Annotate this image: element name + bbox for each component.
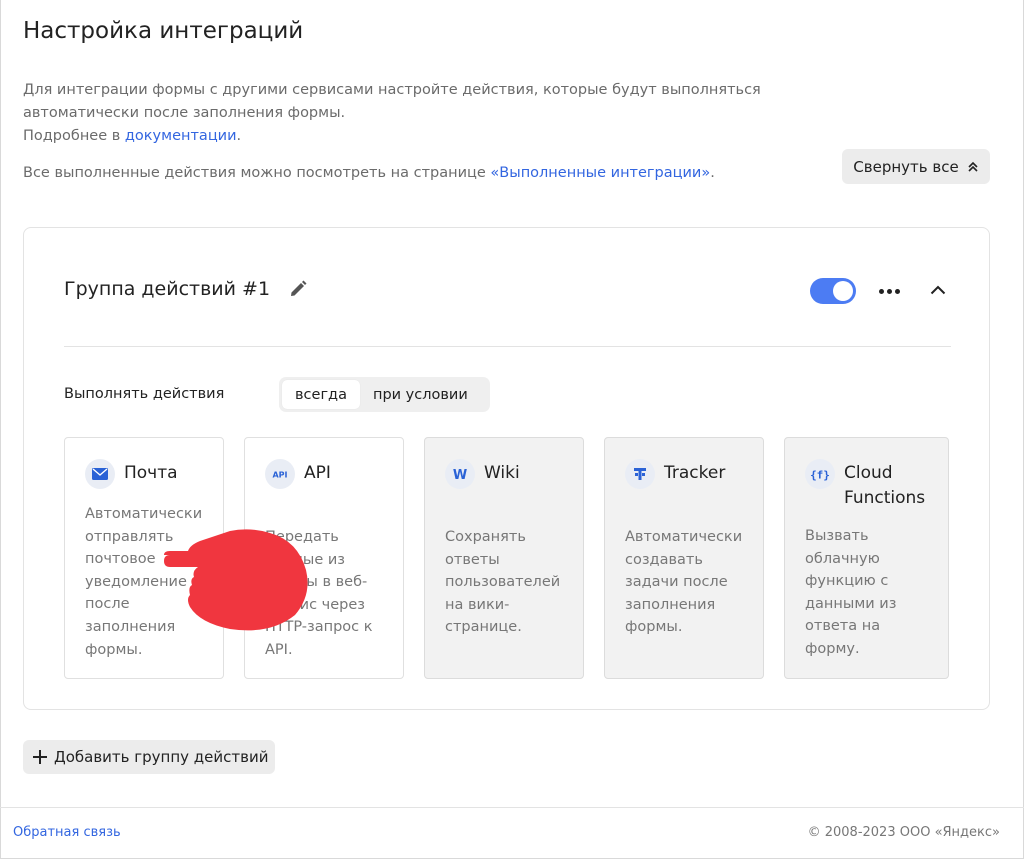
more-options-button[interactable] [876,280,902,302]
service-name: Tracker [664,463,726,483]
exec-mode-label: Выполнять действия [64,386,225,402]
service-name: Cloud Functions [844,463,926,508]
service-description: Вызвать облачную функцию с данными из от… [805,528,897,657]
svg-text:W: W [453,468,467,481]
plus-icon [33,750,47,764]
exec-mode-switch: всегда при условии [279,377,490,412]
group-header: Группа действий #1 [64,278,308,300]
service-name: Почта [124,463,178,483]
add-group-label: Добавить группу действий [54,748,269,766]
api-icon: API [265,459,295,489]
mail-icon [85,459,115,489]
group-title: Группа действий #1 [64,278,271,300]
group-divider [64,346,951,347]
copyright-text: © 2008-2023 ООО «Яндекс» [807,825,1000,840]
exec-mode-always[interactable]: всегда [282,380,360,409]
page-title: Настройка интеграций [23,18,304,44]
add-group-button[interactable]: Добавить группу действий [23,740,275,774]
service-card-cloud-functions[interactable]: {f} Cloud Functions Вызвать облачную фун… [784,437,949,679]
dot-icon [886,288,892,294]
history-note: Все выполненные действия можно посмотрет… [23,165,715,181]
service-card-wiki[interactable]: W Wiki Сохранять ответы пользователей на… [424,437,584,679]
exec-mode-conditional[interactable]: при условии [360,380,481,409]
feedback-link[interactable]: Обратная связь [13,825,121,840]
collapse-all-label: Свернуть все [853,157,959,176]
page-description: Для интеграции формы с другими сервисами… [23,82,761,144]
docs-link[interactable]: документации [125,128,237,144]
collapse-group-button[interactable] [926,278,950,302]
cloud-functions-icon: {f} [805,459,835,489]
integrations-history-link[interactable]: «Выполненные интеграции» [490,165,710,181]
service-description: Автоматически создавать задачи после зап… [625,529,743,636]
dot-icon [878,288,884,294]
tracker-icon [625,459,655,489]
pencil-icon[interactable] [288,279,308,299]
service-name: Wiki [484,463,520,483]
service-description: Сохранять ответы пользователей на вики-с… [445,529,561,636]
svg-text:API: API [272,471,287,480]
service-card-tracker[interactable]: Tracker Автоматически создавать задачи п… [604,437,764,679]
chevron-up-icon [930,285,946,295]
service-name: API [304,463,331,483]
group-enabled-toggle[interactable] [810,278,856,304]
footer-divider [0,807,1024,808]
pointing-hand-cursor-icon [164,529,308,631]
wiki-icon: W [445,459,475,489]
action-group-card: Группа действий #1 Выполнять действия вс… [23,227,990,710]
collapse-all-button[interactable]: Свернуть все [842,149,990,184]
double-chevron-up-icon [968,161,978,172]
dot-icon [894,288,900,294]
svg-text:{f}: {f} [810,469,830,482]
toggle-knob [833,281,853,301]
